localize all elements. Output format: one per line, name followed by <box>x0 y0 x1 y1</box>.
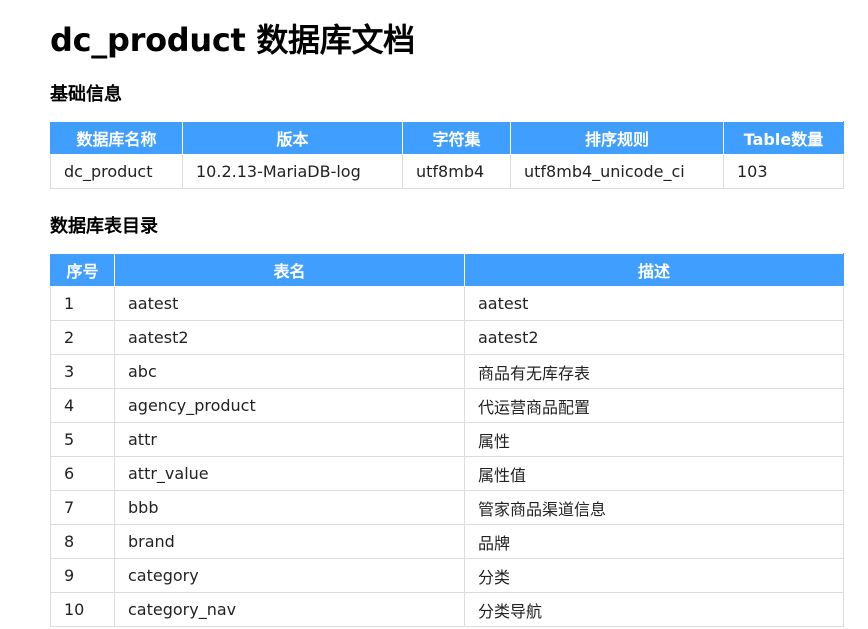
table-row: 5 attr 属性 <box>50 422 844 457</box>
description-cell: aatest2 <box>464 320 844 355</box>
table-name-cell: category <box>114 558 465 593</box>
table-row: 2 aatest2 aatest2 <box>50 320 844 355</box>
column-header: 描述 <box>464 253 844 287</box>
table-row: 7 bbb 管家商品渠道信息 <box>50 490 844 525</box>
table-row: 8 brand 品牌 <box>50 524 844 559</box>
table-name-cell: aatest2 <box>114 320 465 355</box>
column-header: 排序规则 <box>510 121 724 155</box>
table-name-cell: aatest <box>114 286 465 321</box>
row-number-cell: 10 <box>50 592 115 627</box>
column-header: 序号 <box>50 253 115 287</box>
row-number-cell: 2 <box>50 320 115 355</box>
column-header: 表名 <box>114 253 465 287</box>
row-number-cell: 1 <box>50 286 115 321</box>
table-name-cell: attr <box>114 422 465 457</box>
row-number-cell: 7 <box>50 490 115 525</box>
row-number-cell: 9 <box>50 558 115 593</box>
table-name-cell: category_nav <box>114 592 465 627</box>
table-name-cell: brand <box>114 524 465 559</box>
column-header: 数据库名称 <box>50 121 183 155</box>
description-cell: aatest <box>464 286 844 321</box>
basic-info-header-row: 数据库名称 版本 字符集 排序规则 Table数量 <box>50 121 844 155</box>
collation-cell: utf8mb4_unicode_ci <box>510 154 724 189</box>
page-title: dc_product 数据库文档 <box>50 21 415 59</box>
description-cell: 管家商品渠道信息 <box>464 490 844 525</box>
description-cell: 分类导航 <box>464 592 844 627</box>
description-cell: 分类 <box>464 558 844 593</box>
table-name-cell: agency_product <box>114 388 465 423</box>
column-header: 字符集 <box>402 121 511 155</box>
description-cell: 品牌 <box>464 524 844 559</box>
basic-info-table: 数据库名称 版本 字符集 排序规则 Table数量 dc_product 10.… <box>50 121 844 189</box>
column-header: Table数量 <box>723 121 844 155</box>
table-directory-heading: 数据库表目录 <box>50 216 158 237</box>
row-number-cell: 4 <box>50 388 115 423</box>
row-number-cell: 6 <box>50 456 115 491</box>
table-row: 6 attr_value 属性值 <box>50 456 844 491</box>
row-number-cell: 3 <box>50 354 115 389</box>
table-row: dc_product 10.2.13-MariaDB-log utf8mb4 u… <box>50 154 844 189</box>
table-directory-table: 序号 表名 描述 1 aatest aatest 2 aatest2 aatest2 3 ab… <box>50 253 844 627</box>
table-name-cell: attr_value <box>114 456 465 491</box>
charset-cell: utf8mb4 <box>402 154 511 189</box>
description-cell: 属性值 <box>464 456 844 491</box>
description-cell: 代运营商品配置 <box>464 388 844 423</box>
table-row: 3 abc 商品有无库存表 <box>50 354 844 389</box>
table-row: 1 aatest aatest <box>50 286 844 321</box>
table-name-cell: abc <box>114 354 465 389</box>
description-cell: 属性 <box>464 422 844 457</box>
table-row: 10 category_nav 分类导航 <box>50 592 844 627</box>
version-cell: 10.2.13-MariaDB-log <box>182 154 403 189</box>
description-cell: 商品有无库存表 <box>464 354 844 389</box>
basic-info-heading: 基础信息 <box>50 84 122 105</box>
row-number-cell: 8 <box>50 524 115 559</box>
table-name-cell: bbb <box>114 490 465 525</box>
table-row: 9 category 分类 <box>50 558 844 593</box>
table-directory-header-row: 序号 表名 描述 <box>50 253 844 287</box>
table-row: 4 agency_product 代运营商品配置 <box>50 388 844 423</box>
column-header: 版本 <box>182 121 403 155</box>
table-count-cell: 103 <box>723 154 844 189</box>
row-number-cell: 5 <box>50 422 115 457</box>
database-name-cell: dc_product <box>50 154 183 189</box>
